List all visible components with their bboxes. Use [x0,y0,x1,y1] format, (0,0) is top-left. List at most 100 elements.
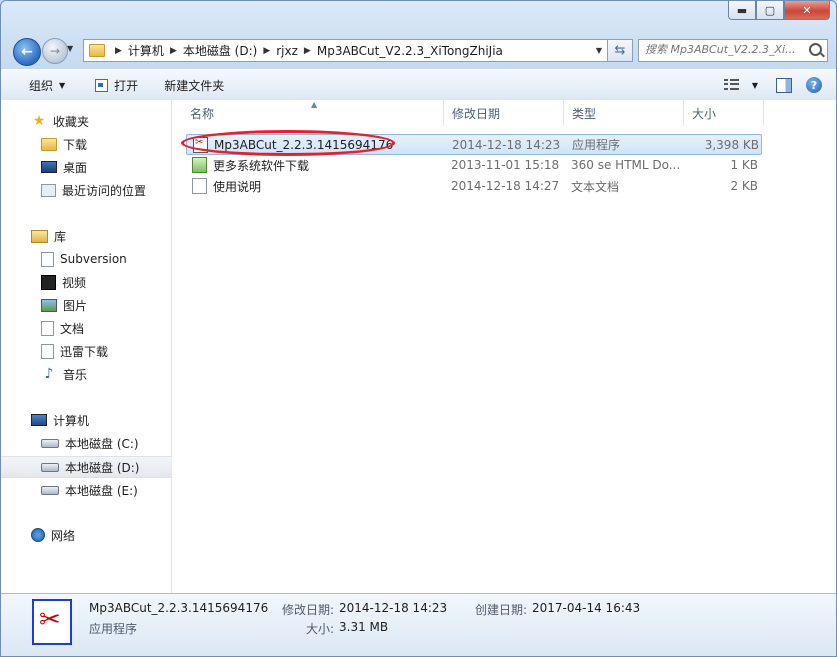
refresh-button[interactable]: ⇆ [607,39,633,62]
column-header-size[interactable]: 大小 [684,100,764,126]
breadcrumb-chevron-icon[interactable]: ▶ [115,46,122,56]
maximize-button[interactable]: ▢ [756,1,784,20]
address-bar[interactable]: ▶ 计算机 ▶ 本地磁盘 (D:) ▶ rjxz ▶ Mp3ABCut_V2.2… [83,39,608,62]
table-row[interactable]: Mp3ABCut_2.2.3.1415694176 2014-12-18 14:… [186,134,762,155]
documents-icon [41,320,54,336]
details-file-name: Mp3ABCut_2.2.3.1415694176 [89,601,269,615]
table-row[interactable]: 更多系统软件下载 2013-11-01 15:18 360 se HTML Do… [186,155,760,175]
address-dropdown-icon[interactable]: ▼ [591,46,607,55]
breadcrumb-chevron-icon[interactable]: ▶ [170,46,177,56]
chevron-down-icon: ▼ [67,44,74,53]
nav-label: 本地磁盘 (D:) [65,460,140,475]
file-size: 1 KB [730,158,758,172]
downloads-folder-icon [41,137,57,151]
open-button[interactable]: 打开 [87,73,146,97]
file-name: 更多系统软件下载 [213,158,310,173]
breadcrumb-chevron-icon[interactable]: ▶ [304,46,311,56]
new-folder-label: 新建文件夹 [164,78,225,93]
help-icon[interactable]: ? [806,77,822,93]
command-bar: 组织 ▼ 打开 新建文件夹 ▼ ? [1,69,836,101]
back-button[interactable]: ← [13,38,41,66]
view-chevron-down-icon[interactable]: ▼ [752,81,758,90]
file-type: 应用程序 [572,138,621,152]
nav-label: 文档 [60,321,85,336]
column-header-date[interactable]: 修改日期 [444,100,564,126]
details-created-label: 创建日期: [475,603,528,617]
file-list: ▲ 名称 修改日期 类型 大小 Mp3ABCut_2.2.3.141569417… [172,100,836,593]
close-button[interactable]: ✕ [784,1,830,20]
subversion-icon [41,251,54,267]
nav-label: 网络 [51,528,76,543]
column-headers: ▲ 名称 修改日期 类型 大小 [172,100,836,126]
breadcrumb-rjxz[interactable]: rjxz [276,44,298,58]
drive-icon [41,462,59,472]
search-icon[interactable] [809,43,822,56]
nav-label: 桌面 [63,160,88,175]
new-folder-button[interactable]: 新建文件夹 [156,73,232,97]
toolbar-right: ▼ ? [723,77,836,93]
thunder-downloads-icon [41,343,54,359]
preview-pane-icon[interactable] [776,77,792,93]
forward-button[interactable]: → [42,38,68,64]
file-size: 2 KB [730,179,758,193]
nav-computer[interactable]: 计算机 [1,409,201,431]
column-header-type[interactable]: 类型 [564,100,684,126]
minimize-button[interactable]: ▬ [728,1,756,20]
file-name: 使用说明 [213,179,262,194]
explorer-window: ▬ ▢ ✕ ← → ▼ ▶ 计算机 ▶ 本地磁盘 (D:) ▶ rjxz ▶ M… [0,0,837,657]
file-type: 360 se HTML Do... [571,158,681,172]
open-label: 打开 [114,78,139,93]
details-pane: ✂ Mp3ABCut_2.2.3.1415694176 应用程序 修改日期: 2… [1,593,836,656]
nav-label: 下载 [63,137,88,152]
refresh-icon: ⇆ [614,43,626,58]
breadcrumb-current-folder[interactable]: Mp3ABCut_V2.2.3_XiTongZhiJia [317,44,503,58]
column-header-name[interactable]: 名称 [182,100,444,126]
table-row[interactable]: 使用说明 2014-12-18 14:27 文本文档 2 KB [186,176,760,196]
file-date: 2014-12-18 14:23 [452,137,561,152]
file-date: 2013-11-01 15:18 [451,158,560,172]
nav-label: 图片 [63,298,88,313]
details-modified-value: 2014-12-18 14:23 [339,601,448,615]
scissors-exe-large-icon: ✂ [32,599,72,645]
file-name: Mp3ABCut_2.2.3.1415694176 [214,137,394,152]
music-icon: ♪ [44,366,54,382]
search-input[interactable] [639,40,805,59]
details-size-label: 大小: [306,622,335,636]
details-created-value: 2017-04-14 16:43 [532,601,641,615]
computer-icon [31,414,47,426]
video-icon [41,274,56,290]
scissors-exe-icon [193,136,208,153]
nav-favorites[interactable]: ★ 收藏夹 [1,110,201,132]
network-icon [31,528,45,542]
nav-libraries[interactable]: 库 [1,225,201,247]
file-type: 文本文档 [571,179,620,194]
breadcrumb-drive-d[interactable]: 本地磁盘 (D:) [183,42,257,59]
nav-label: 计算机 [53,413,90,428]
pictures-icon [41,298,57,312]
chevron-down-icon: ▼ [59,80,66,90]
nav-label: 音乐 [63,367,88,382]
caption-buttons: ▬ ▢ ✕ [728,1,830,20]
recent-places-icon [41,183,56,197]
recent-pages-button[interactable]: ▼ [67,44,73,53]
search-box[interactable] [638,39,828,62]
nav-network[interactable]: 网络 [1,524,201,546]
library-icon [31,229,48,243]
navigation-pane: ★ 收藏夹 下载 桌面 最近访问的位置 库 Subversion 视频 图片 文… [1,100,211,593]
breadcrumb-computer[interactable]: 计算机 [128,42,164,59]
breadcrumb-chevron-icon[interactable]: ▶ [263,46,270,56]
open-icon [95,78,109,92]
organize-button[interactable]: 组织 ▼ [21,73,73,97]
forward-arrow-icon: → [49,44,61,58]
nav-label: 本地磁盘 (E:) [65,483,138,498]
nav-label: 本地磁盘 (C:) [65,436,139,451]
view-options-icon[interactable] [723,79,740,91]
drive-icon [41,485,59,495]
details-size-value: 3.31 MB [339,620,389,634]
html-file-icon [192,157,207,173]
folder-icon [89,44,105,57]
file-date: 2014-12-18 14:27 [451,179,560,193]
nav-label: 库 [54,229,67,244]
nav-label: 收藏夹 [53,114,90,129]
file-size: 3,398 KB [704,137,759,152]
